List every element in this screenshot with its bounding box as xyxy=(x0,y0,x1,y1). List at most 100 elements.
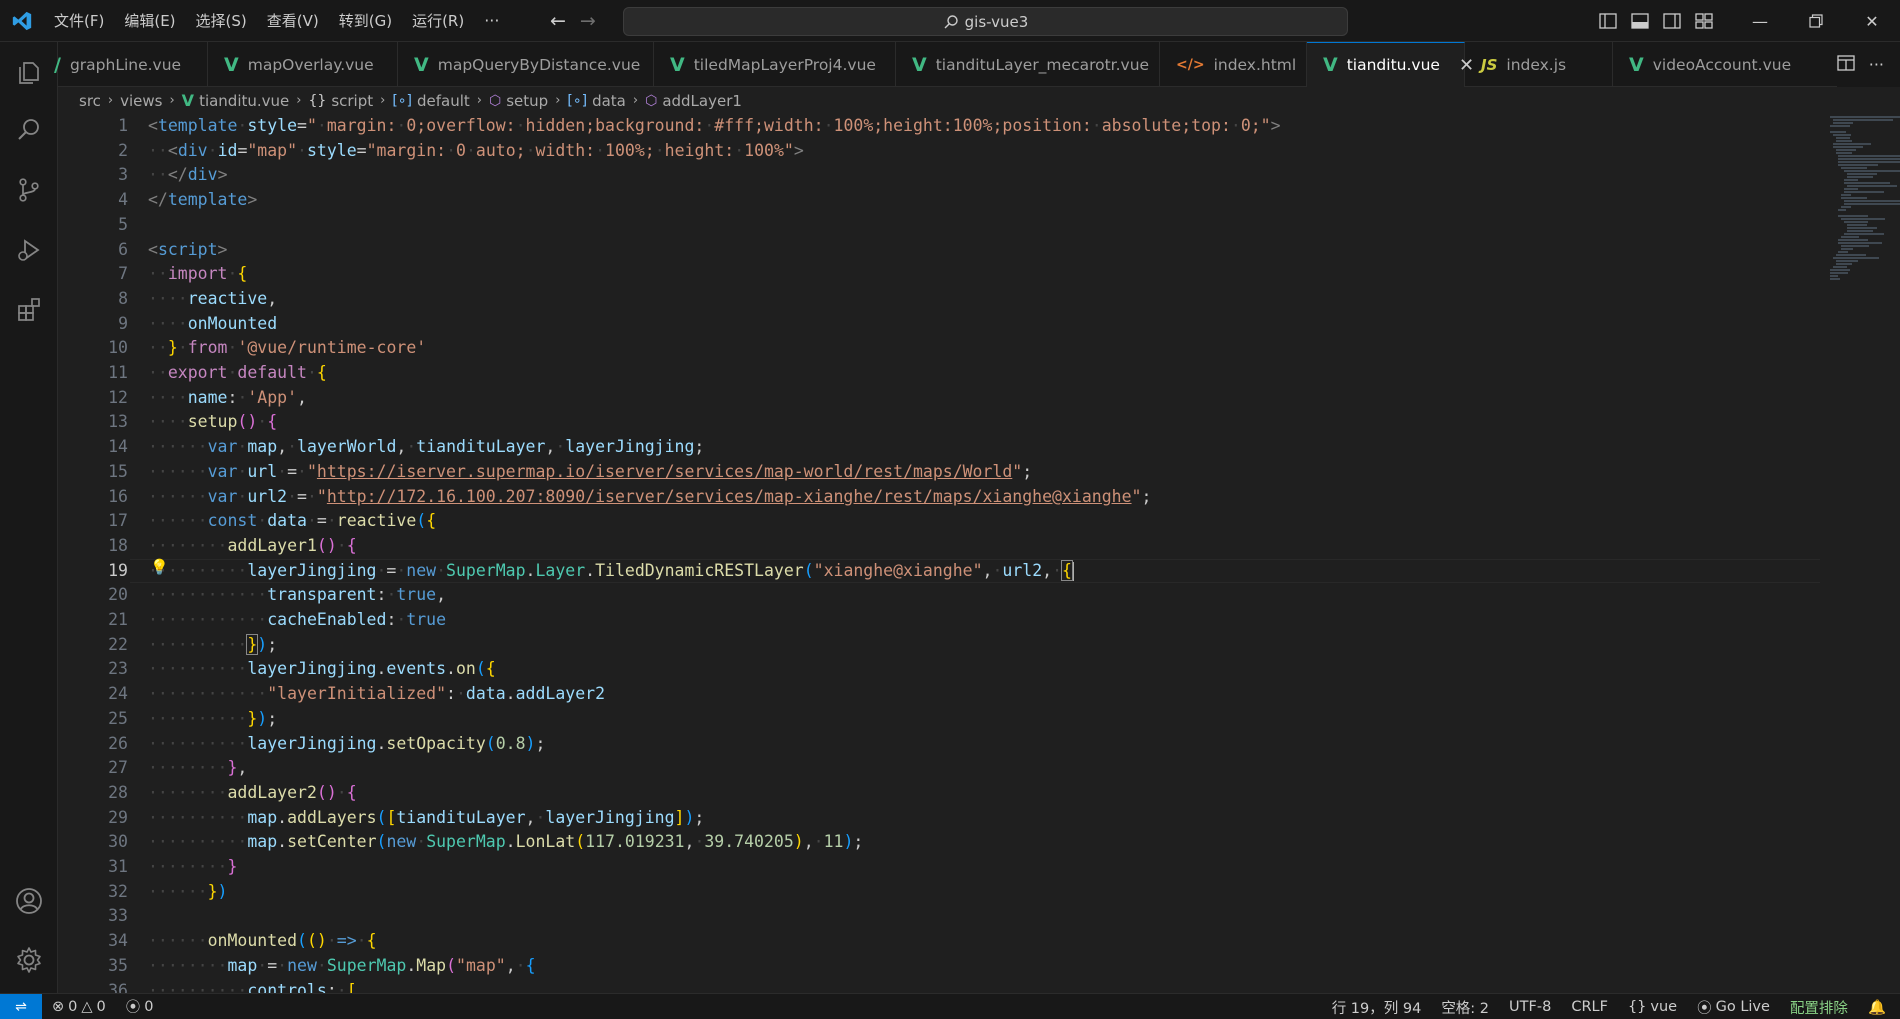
customize-layout-icon[interactable] xyxy=(1688,0,1720,42)
minimap-line xyxy=(1830,275,1838,277)
toggle-panel-icon[interactable] xyxy=(1624,0,1656,42)
minimap-line xyxy=(1835,254,1866,256)
line-number: 9 xyxy=(118,313,128,333)
cursor-position[interactable]: 行 19，列 94 xyxy=(1322,997,1432,1018)
code-line: ··</div> xyxy=(148,165,228,185)
breadcrumb-data[interactable]: [∘] data xyxy=(567,92,625,110)
menu-run[interactable]: 运行(R) xyxy=(402,0,474,42)
menu-view[interactable]: 查看(V) xyxy=(257,0,329,42)
status-right: 行 19，列 94 空格: 2 UTF-8 CRLF {} vue ⦿ Go Liv… xyxy=(1322,994,1900,1019)
extensions-icon[interactable] xyxy=(0,282,58,338)
code-line: ········map·=·new·SuperMap.Map("map",·{ xyxy=(148,955,536,975)
title-right-controls: — ✕ xyxy=(1592,0,1900,42)
minimap-line xyxy=(1832,266,1847,268)
tab-mapquerybydistance[interactable]: V mapQueryByDistance.vue xyxy=(398,42,654,87)
menu-go[interactable]: 转到(G) xyxy=(329,0,402,42)
tab-index-html[interactable]: </> index.html xyxy=(1160,42,1307,87)
indentation[interactable]: 空格: 2 xyxy=(1431,997,1499,1018)
ports-indicator[interactable]: ⦿ 0 xyxy=(116,996,164,1017)
encoding[interactable]: UTF-8 xyxy=(1499,999,1561,1015)
settings-gear-icon[interactable] xyxy=(0,932,58,988)
tab-tiledmaplayerproj4[interactable]: V tiledMapLayerProj4.vue xyxy=(654,42,896,87)
code-line: ··········map.addLayers([tiandituLayer,·… xyxy=(148,807,705,827)
source-control-icon[interactable] xyxy=(0,162,58,218)
notifications-bell-icon[interactable]: 🔔 xyxy=(1858,999,1900,1016)
breadcrumb-views[interactable]: views xyxy=(120,92,162,110)
line-number: 6 xyxy=(118,239,128,259)
minimap-line xyxy=(1838,155,1900,157)
breadcrumb-setup[interactable]: ⬡ setup xyxy=(489,92,548,110)
method-cube-icon: ⬡ xyxy=(645,92,658,109)
toggle-secondary-sidebar-icon[interactable] xyxy=(1656,0,1688,42)
minimap-line xyxy=(1832,122,1853,124)
code-line: ······var·url·=·"https://iserver.superma… xyxy=(148,461,1033,481)
minimap-line xyxy=(1844,221,1868,223)
tab-graphline[interactable]: / graphLine.vue xyxy=(54,42,208,87)
menu-edit[interactable]: 编辑(E) xyxy=(114,0,185,42)
close-window-button[interactable]: ✕ xyxy=(1844,0,1900,42)
breadcrumb-script[interactable]: {} script xyxy=(308,92,373,110)
restore-button[interactable] xyxy=(1788,0,1844,42)
menu-more-button[interactable]: ··· xyxy=(474,11,509,30)
minimap-line xyxy=(1832,146,1863,148)
tab-index-js[interactable]: JS index.js xyxy=(1465,42,1613,87)
chevron-right-icon: › xyxy=(632,93,639,108)
explorer-icon[interactable] xyxy=(0,44,58,100)
end-of-line[interactable]: CRLF xyxy=(1561,999,1618,1015)
minimap-line xyxy=(1846,176,1873,178)
line-number: 33 xyxy=(108,906,128,926)
split-editor-icon[interactable] xyxy=(1837,54,1855,75)
vue-file-icon: V xyxy=(414,53,429,76)
minimap-line xyxy=(1838,215,1869,217)
command-center-search[interactable]: gis-vue3 xyxy=(623,7,1348,36)
line-number: 17 xyxy=(108,511,128,531)
ports-count: 0 xyxy=(144,998,154,1015)
back-arrow-icon[interactable]: ← xyxy=(550,10,566,32)
tab-label: videoAccount.vue xyxy=(1652,55,1792,74)
broadcast-icon: ⦿ xyxy=(125,1000,141,1016)
config-exclude-button[interactable]: 配置排除 xyxy=(1780,997,1858,1018)
code-editor[interactable]: 1 2 3 4 5 6 7 8 9 10 11 12 13 14 15 16 17 18 19 20 21 22 23 24 2… xyxy=(58,114,1900,993)
toggle-primary-sidebar-icon[interactable] xyxy=(1592,0,1624,42)
minimap-line xyxy=(1830,131,1846,133)
tab-videoaccount[interactable]: V videoAccount.vue xyxy=(1613,42,1791,87)
breadcrumb-default[interactable]: [∘] default xyxy=(392,92,469,110)
line-number: 19 xyxy=(108,560,128,580)
more-actions-icon[interactable]: ··· xyxy=(1869,55,1884,74)
line-number: 18 xyxy=(108,535,128,555)
language-label: vue xyxy=(1650,999,1678,1015)
search-activity-icon[interactable] xyxy=(0,102,58,158)
warning-count: 0 xyxy=(96,998,106,1015)
minimap-line xyxy=(1841,167,1868,169)
run-debug-icon[interactable] xyxy=(0,222,58,278)
code-line: <template·style="·margin:·0;overflow:·hi… xyxy=(148,116,1281,135)
line-number: 22 xyxy=(108,634,128,654)
code-line: ··········}); xyxy=(148,633,278,655)
breadcrumb-addlayer1[interactable]: ⬡ addLayer1 xyxy=(645,92,742,110)
menu-selection[interactable]: 选择(S) xyxy=(186,0,257,42)
menu-file[interactable]: 文件(F) xyxy=(44,0,114,42)
minimize-button[interactable]: — xyxy=(1732,0,1788,42)
breadcrumb-src[interactable]: src xyxy=(79,92,101,110)
code-line: ··········layerJingjing.setOpacity(0.8); xyxy=(148,733,546,753)
search-icon xyxy=(944,14,958,28)
go-live-button[interactable]: ⦿ Go Live xyxy=(1687,997,1780,1018)
broadcast-icon: ⦿ xyxy=(1697,1000,1712,1017)
chevron-right-icon: › xyxy=(555,93,561,108)
breadcrumb-file[interactable]: Vtianditu.vue xyxy=(182,91,290,110)
remote-indicator-icon[interactable]: ⇌ xyxy=(0,993,42,1019)
minimap-line xyxy=(1844,200,1900,202)
minimap-line xyxy=(1832,119,1893,121)
tab-tianditulayer-mecarotr[interactable]: V tiandituLayer_mecarotr.vue xyxy=(896,42,1160,87)
go-live-label: Go Live xyxy=(1715,999,1770,1015)
forward-arrow-icon[interactable]: → xyxy=(580,10,596,32)
minimap[interactable] xyxy=(1830,114,1900,993)
tab-mapoverlay[interactable]: V mapOverlay.vue xyxy=(208,42,398,87)
editor-actions: ··· xyxy=(1836,42,1900,87)
accounts-icon[interactable] xyxy=(0,873,58,929)
tab-tianditu[interactable]: V tianditu.vue ✕ xyxy=(1307,42,1474,87)
error-count: 0 xyxy=(68,998,78,1015)
code-content: <template·style="·margin:·0;overflow:·hi… xyxy=(148,114,1808,993)
language-mode[interactable]: {} vue xyxy=(1618,999,1687,1015)
problems-indicator[interactable]: ⊗ 0 △ 0 xyxy=(42,999,116,1015)
